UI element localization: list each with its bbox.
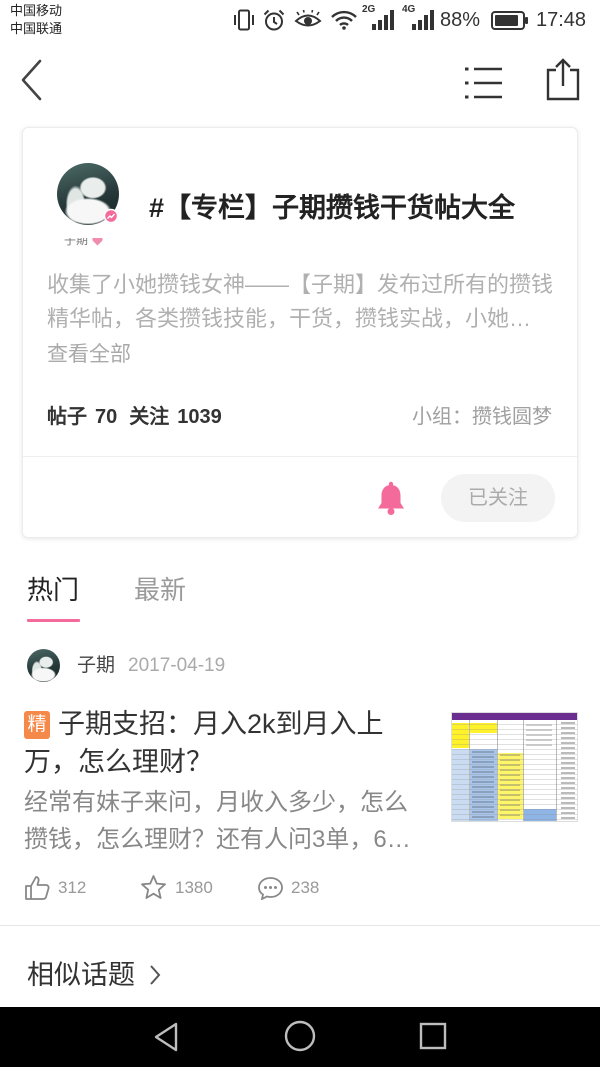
post-date: 2017-04-19 (128, 655, 226, 676)
system-nav-bar (0, 1007, 600, 1067)
topic-card: 子期 #【专栏】子期攒钱干货帖大全 收集了小她攒钱女神——【子期】发布过所有的攒… (22, 127, 578, 538)
vibrate-icon (232, 9, 256, 31)
follows-count: 1039 (177, 406, 222, 428)
divider (0, 925, 600, 926)
topic-stats: 帖子 70 关注 1039 (47, 402, 222, 432)
follows-label: 关注 (129, 406, 170, 428)
comments-count: 238 (291, 878, 320, 897)
group-link[interactable]: 小组：攒钱圆梦 (412, 402, 552, 432)
carrier-1: 中国移动 (10, 3, 63, 18)
post-snippet-line-1: 经常有妹子来问，月收入多少，怎么 (24, 789, 408, 816)
share-icon[interactable] (544, 56, 582, 102)
battery-percent: 88% (440, 9, 481, 31)
trend-badge-icon (103, 208, 119, 224)
tab-latest[interactable]: 最新 (134, 574, 186, 606)
post-title-line-1[interactable]: 子期支招：月入2k到月入上 (58, 705, 384, 743)
avatar-name: 子期 (64, 238, 89, 246)
followed-button[interactable]: 已关注 (441, 474, 555, 522)
star-icon[interactable] (140, 874, 167, 901)
topic-description-line-1: 收集了小她攒钱女神——【子期】发布过所有的攒钱 (47, 272, 554, 297)
thumbs-up-icon[interactable] (24, 875, 50, 901)
post-title-line-2[interactable]: 万，怎么理财？ (24, 743, 213, 781)
status-bar: 中国移动 中国联通 2G 4G 88% 17:48 (0, 0, 600, 40)
nav-home-icon[interactable] (284, 1020, 316, 1052)
clock: 17:48 (536, 9, 587, 31)
chevron-right-icon[interactable] (148, 964, 162, 986)
battery-icon (491, 11, 529, 30)
similar-topics-heading[interactable]: 相似话题 (27, 958, 135, 992)
topic-description-line-2: 精华帖，各类攒钱技能，干货，攒钱实战，小她… (47, 306, 532, 331)
post-author[interactable]: 子期 (77, 653, 115, 679)
bell-icon[interactable] (377, 481, 405, 516)
view-all-link[interactable]: 查看全部 (47, 340, 131, 370)
comment-icon[interactable] (257, 876, 284, 900)
header (0, 40, 600, 116)
eye-icon (294, 9, 322, 29)
favorites-count: 1380 (175, 878, 213, 897)
alarm-icon (262, 8, 286, 32)
featured-badge: 精 (24, 711, 50, 739)
likes-count: 312 (58, 878, 87, 897)
heart-icon (92, 238, 103, 246)
signal-icon (371, 9, 395, 31)
nav-recents-icon[interactable] (419, 1022, 447, 1050)
carrier-2: 中国联通 (10, 21, 63, 36)
divider (23, 456, 577, 457)
list-icon[interactable] (462, 64, 504, 100)
topic-title: #【专栏】子期攒钱干货帖大全 (149, 193, 516, 223)
post-snippet-line-2: 攒钱，怎么理财？还有人问3单，6… (24, 826, 411, 853)
posts-label: 帖子 (47, 406, 87, 428)
wifi-icon (330, 8, 358, 30)
active-tab-indicator (27, 619, 80, 622)
posts-count: 70 (95, 406, 118, 428)
post-author-avatar[interactable] (27, 649, 60, 682)
signal-icon (411, 9, 435, 31)
avatar-name-label: 子期 (64, 238, 114, 246)
tab-hot[interactable]: 热门 (27, 574, 79, 606)
post-thumbnail[interactable] (451, 712, 578, 822)
chevron-left-icon[interactable] (18, 58, 48, 102)
nav-back-icon[interactable] (152, 1021, 180, 1053)
